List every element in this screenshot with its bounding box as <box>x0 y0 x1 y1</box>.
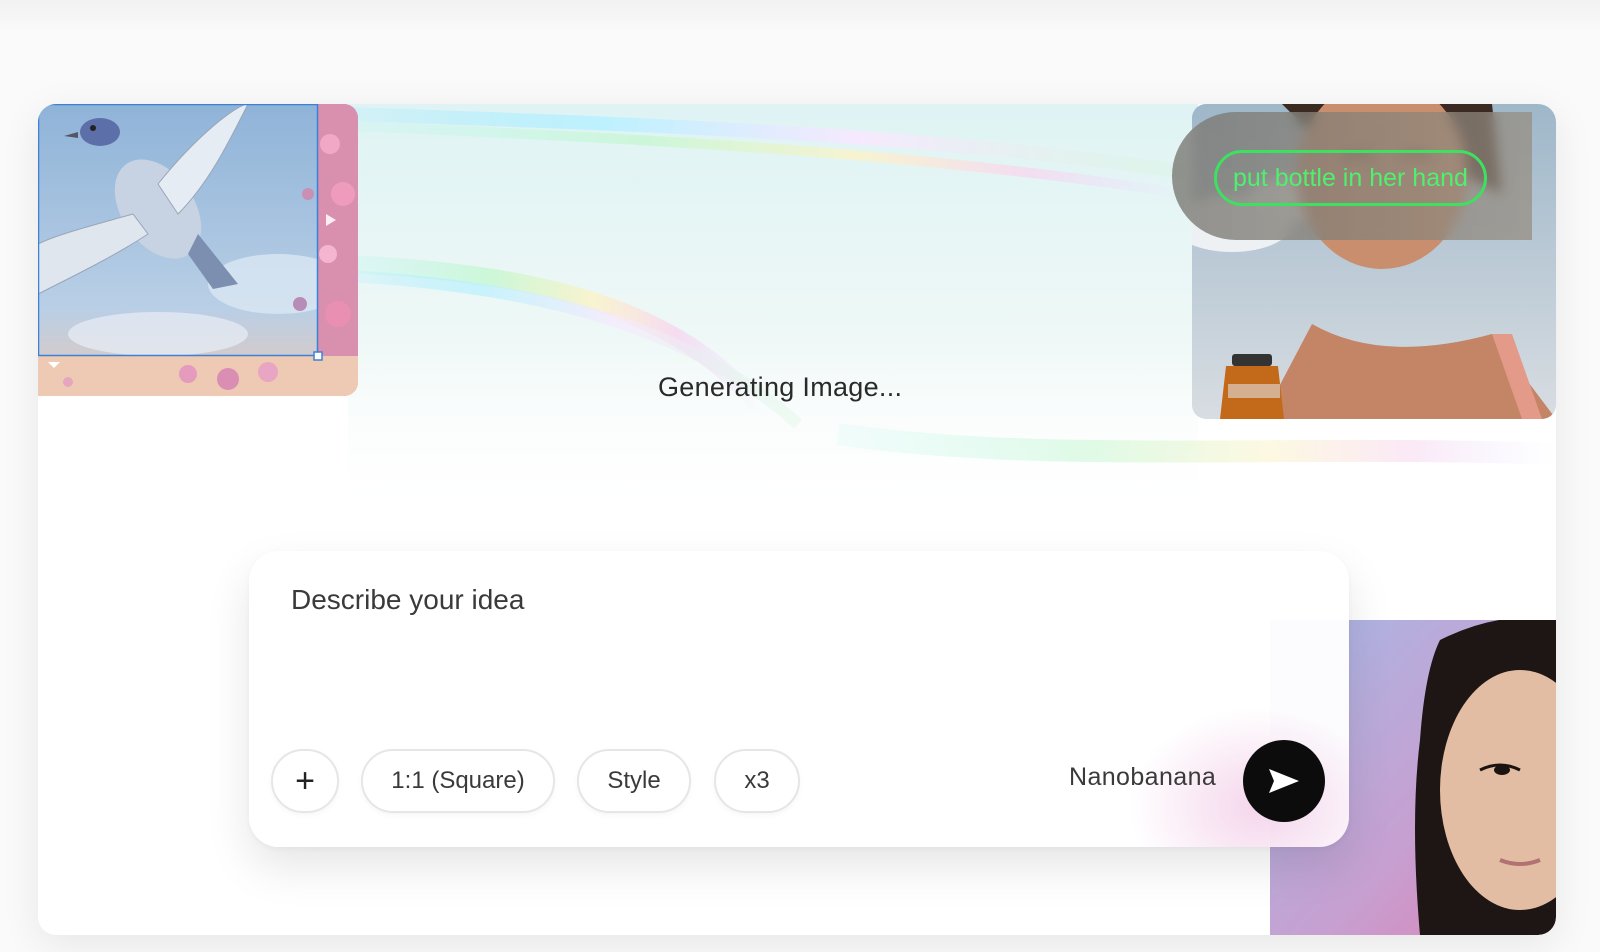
send-button[interactable] <box>1243 740 1325 822</box>
style-button[interactable]: Style <box>577 749 691 813</box>
aspect-ratio-button[interactable]: 1:1 (Square) <box>361 749 555 813</box>
prompt-input[interactable] <box>289 577 1193 623</box>
generating-status: Generating Image... <box>658 372 903 402</box>
bird-image-card[interactable] <box>38 104 358 396</box>
model-selector[interactable]: Nanobanana <box>1069 763 1216 792</box>
plus-icon: + <box>295 761 315 800</box>
aspect-ratio-label: 1:1 (Square) <box>391 767 525 794</box>
add-attachment-button[interactable]: + <box>271 749 339 813</box>
bird-image <box>38 104 358 396</box>
image-count-label: x3 <box>744 767 770 794</box>
prompt-composer: + 1:1 (Square) Style x3 Nanobanana <box>249 551 1349 847</box>
style-label: Style <box>607 767 661 794</box>
top-fade <box>0 0 1600 30</box>
send-arrow-icon <box>1269 769 1299 793</box>
image-count-button[interactable]: x3 <box>714 749 800 813</box>
edit-instruction-chip[interactable]: put bottle in her hand <box>1214 150 1487 206</box>
